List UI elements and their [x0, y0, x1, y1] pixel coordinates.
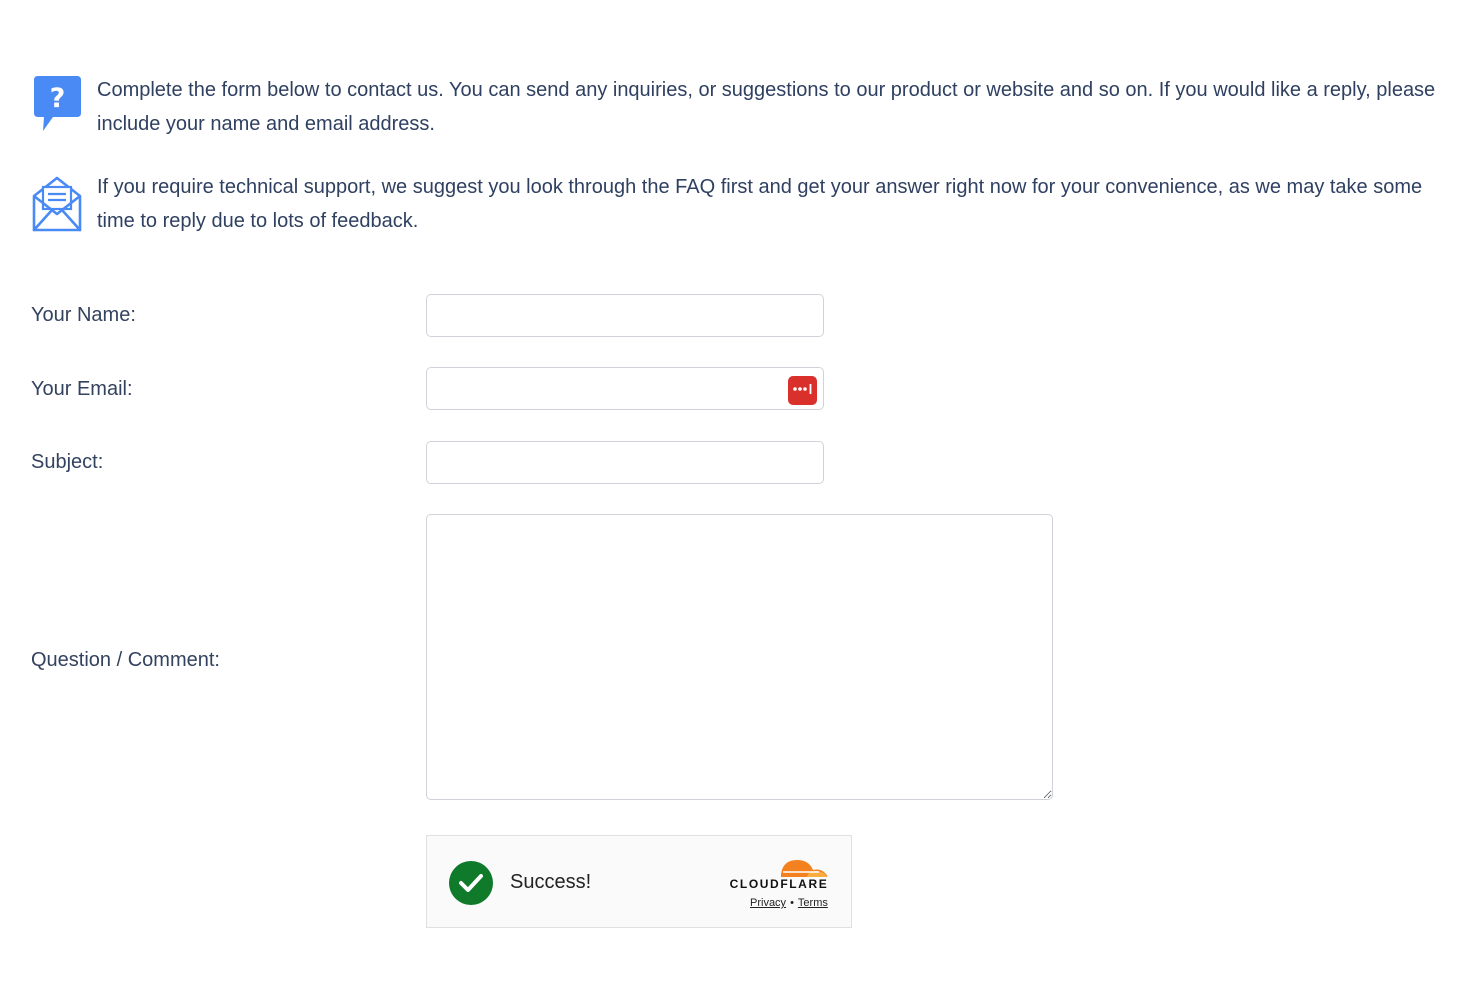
contact-intro-text: Complete the form below to contact us. Y…: [97, 79, 1436, 135]
comment-textarea[interactable]: [426, 514, 1053, 800]
captcha-links: Privacy • Terms: [750, 897, 828, 909]
question-bubble-icon: ?: [31, 73, 83, 135]
privacy-link[interactable]: Privacy: [750, 897, 786, 909]
name-input[interactable]: [426, 294, 824, 337]
password-dots-icon: [792, 382, 814, 400]
password-manager-button[interactable]: [788, 376, 817, 405]
subject-input[interactable]: [426, 441, 824, 484]
success-check-icon: [449, 861, 493, 905]
email-input[interactable]: [426, 367, 824, 410]
contact-page: ? Complete the form below to contact us.…: [0, 0, 1480, 987]
cloudflare-wordmark: CLOUDFLARE: [729, 877, 829, 891]
cloudflare-cloud-icon: [723, 850, 833, 900]
links-separator: •: [790, 897, 794, 909]
comment-label: Question / Comment:: [31, 649, 220, 671]
contact-intro-row: ? Complete the form below to contact us.…: [31, 73, 1442, 141]
svg-text:?: ?: [50, 83, 66, 114]
subject-label: Subject:: [31, 451, 104, 473]
terms-link[interactable]: Terms: [798, 897, 828, 909]
support-note-text: If you require technical support, we sug…: [97, 176, 1423, 232]
support-note-row: If you require technical support, we sug…: [31, 170, 1442, 238]
captcha-widget: Success! CLOUDFLARE Privacy • Terms: [426, 835, 852, 928]
email-label: Your Email:: [31, 378, 133, 400]
name-label: Your Name:: [31, 304, 136, 326]
open-envelope-icon: [31, 170, 83, 232]
captcha-status-text: Success!: [510, 871, 592, 893]
